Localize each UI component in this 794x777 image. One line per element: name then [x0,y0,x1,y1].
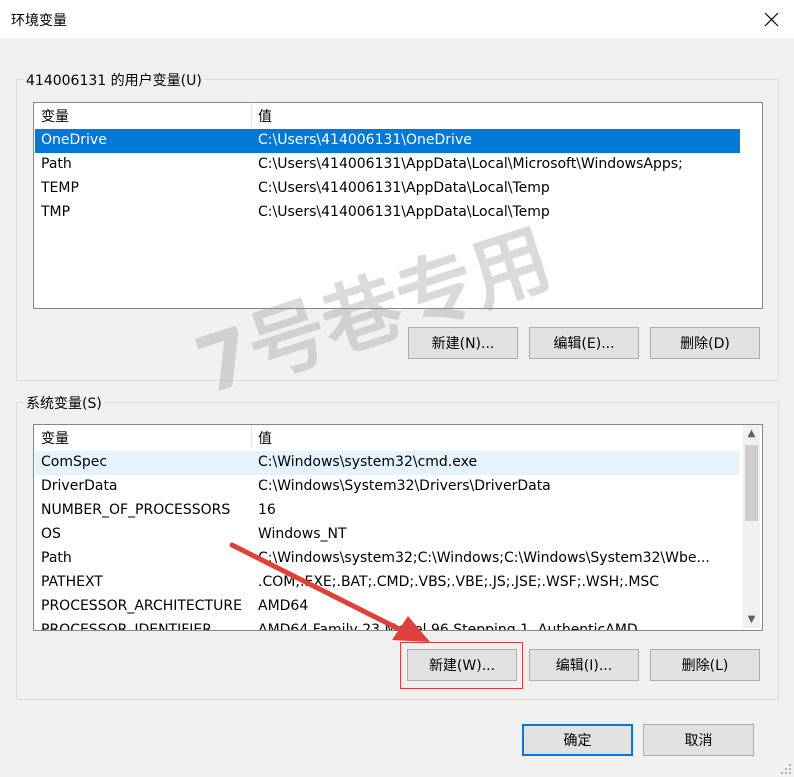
user-edit-button[interactable]: 编辑(E)... [529,327,639,359]
list-item[interactable]: PROCESSOR_ARCHITECTURE AMD64 [35,595,740,619]
close-icon [764,12,778,26]
list-item[interactable]: PROCESSOR_IDENTIFIER AMD64 Family 23 Mod… [35,619,740,631]
list-item[interactable]: ComSpec C:\Windows\system32\cmd.exe [35,451,740,475]
user-delete-button[interactable]: 删除(D) [650,327,760,359]
var-value: AMD64 Family 23 Model 96 Stepping 1, Aut… [258,622,638,631]
system-delete-button[interactable]: 删除(L) [650,649,760,681]
var-value: C:\Windows\system32\cmd.exe [258,454,478,470]
var-value: 16 [258,502,276,518]
scroll-thumb[interactable] [745,445,758,521]
system-vars-list[interactable]: 变量 值 ComSpec C:\Windows\system32\cmd.exe… [33,424,763,631]
column-separator[interactable] [251,425,252,449]
var-name: TEMP [41,180,79,196]
list-item[interactable]: TMP C:\Users\414006131\AppData\Local\Tem… [35,201,740,225]
column-separator[interactable] [251,103,252,127]
close-button[interactable] [748,0,794,38]
list-item[interactable]: TEMP C:\Users\414006131\AppData\Local\Te… [35,177,740,201]
resize-grip-icon[interactable] [780,763,792,775]
var-value: .COM;.EXE;.BAT;.CMD;.VBS;.VBE;.JS;.JSE;.… [258,574,660,590]
title-bar: 环境变量 [0,0,794,38]
list-item[interactable]: Path C:\Windows\system32;C:\Windows;C:\W… [35,547,740,571]
var-name: PROCESSOR_IDENTIFIER [41,622,212,631]
var-name: NUMBER_OF_PROCESSORS [41,502,231,518]
list-item[interactable]: DriverData C:\Windows\System32\Drivers\D… [35,475,740,499]
var-name: ComSpec [41,454,108,470]
user-vars-header-value[interactable]: 值 [258,106,272,126]
system-vars-label: 系统变量(S) [24,393,104,413]
system-vars-header-name[interactable]: 变量 [41,428,69,448]
system-edit-button[interactable]: 编辑(I)... [529,649,639,681]
vertical-scrollbar[interactable]: ▲ ▼ [743,425,760,628]
var-value: C:\Windows\system32;C:\Windows;C:\Window… [258,550,710,566]
list-item[interactable]: OneDrive C:\Users\414006131\OneDrive [35,129,740,153]
list-item[interactable]: PATHEXT .COM;.EXE;.BAT;.CMD;.VBS;.VBE;.J… [35,571,740,595]
var-name: PROCESSOR_ARCHITECTURE [41,598,242,614]
var-value: AMD64 [258,598,309,614]
var-value: Windows_NT [258,526,347,542]
var-name: OS [41,526,61,542]
var-name: TMP [41,204,71,220]
cancel-button[interactable]: 取消 [643,724,754,756]
var-name: Path [41,156,72,172]
system-vars-header-value[interactable]: 值 [258,428,272,448]
scroll-up-icon[interactable]: ▲ [743,425,760,442]
var-name: OneDrive [41,132,107,148]
list-item[interactable]: Path C:\Users\414006131\AppData\Local\Mi… [35,153,740,177]
user-vars-label: 414006131 的用户变量(U) [24,70,204,90]
list-item[interactable]: NUMBER_OF_PROCESSORS 16 [35,499,740,523]
user-vars-header: 变量 值 [34,103,762,127]
window-title: 环境变量 [11,13,67,29]
highlight-box [400,642,523,689]
var-value: C:\Users\414006131\OneDrive [258,132,472,148]
list-item[interactable]: OS Windows_NT [35,523,740,547]
var-value: C:\Windows\System32\Drivers\DriverData [258,478,551,494]
var-name: Path [41,550,72,566]
system-vars-header: 变量 值 [34,425,762,449]
ok-button[interactable]: 确定 [522,724,633,756]
scroll-down-icon[interactable]: ▼ [743,611,760,628]
var-value: C:\Users\414006131\AppData\Local\Temp [258,180,550,196]
user-vars-header-name[interactable]: 变量 [41,106,69,126]
var-name: PATHEXT [41,574,103,590]
var-name: DriverData [41,478,118,494]
var-value: C:\Users\414006131\AppData\Local\Microso… [258,156,683,172]
